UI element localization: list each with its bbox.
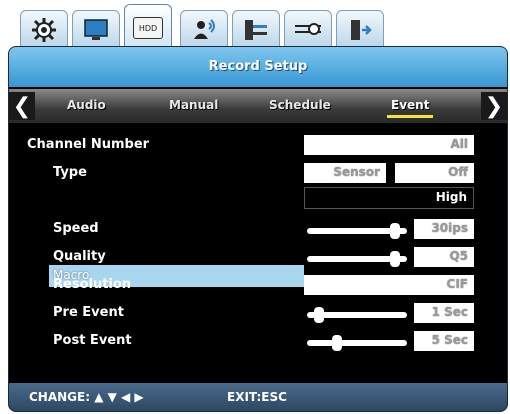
macro-value-box[interactable]: High xyxy=(304,187,474,209)
tab-settings[interactable] xyxy=(284,10,332,50)
tab-network[interactable] xyxy=(232,10,280,50)
settings-slider-icon xyxy=(295,23,321,35)
tab-event[interactable]: Event xyxy=(386,98,434,118)
tab-display[interactable] xyxy=(72,10,120,50)
speed-slider-knob[interactable] xyxy=(390,223,400,239)
page-title: Record Setup xyxy=(208,59,308,74)
tab-record[interactable]: HDD xyxy=(124,4,172,52)
gear-icon xyxy=(32,18,56,42)
top-icon-bar: HDD xyxy=(20,4,400,52)
footer-bar: CHANGE: ▲ ▼ ◀ ▶ EXIT:ESC xyxy=(9,383,507,411)
change-hint: CHANGE: ▲ ▼ ◀ ▶ xyxy=(29,390,144,404)
prev-arrow-icon[interactable]: ❮ xyxy=(9,92,35,120)
post-event-value: 5 Sec xyxy=(414,331,474,351)
post-event-slider[interactable] xyxy=(307,340,407,346)
tab-user[interactable] xyxy=(180,10,228,50)
channel-number-value[interactable]: All xyxy=(304,135,474,155)
resolution-label: Resolution xyxy=(53,277,132,292)
macro-value: High xyxy=(435,190,467,204)
exit-hint: EXIT:ESC xyxy=(227,390,287,404)
post-event-label: Post Event xyxy=(53,333,132,348)
monitor-icon xyxy=(84,19,108,40)
user-network-icon xyxy=(194,19,215,39)
channel-number-label: Channel Number xyxy=(27,137,150,152)
tab-manual[interactable]: Manual xyxy=(169,98,218,112)
tab-audio[interactable]: Audio xyxy=(67,98,106,112)
subtab-bar: ❮ Audio Manual Schedule Event ❯ xyxy=(9,89,507,123)
hdd-icon: HDD xyxy=(133,17,163,39)
tab-schedule[interactable]: Schedule xyxy=(269,98,331,112)
tab-exit[interactable] xyxy=(336,10,384,50)
resolution-value[interactable]: CIF xyxy=(304,275,474,295)
quality-value: Q5 xyxy=(414,247,474,267)
next-arrow-icon[interactable]: ❯ xyxy=(481,92,507,120)
type-label: Type xyxy=(53,165,87,180)
speed-value: 30ips xyxy=(414,219,474,239)
type-sensor-value[interactable]: Sensor xyxy=(304,163,386,183)
tab-system[interactable] xyxy=(20,10,68,50)
post-event-slider-knob[interactable] xyxy=(332,335,342,351)
pre-event-label: Pre Event xyxy=(53,305,124,320)
exit-door-icon xyxy=(351,20,372,40)
speed-label: Speed xyxy=(53,221,99,236)
title-bar: Record Setup xyxy=(9,47,507,87)
quality-slider-knob[interactable] xyxy=(390,251,400,267)
pre-event-value: 1 Sec xyxy=(414,303,474,323)
record-setup-panel: Record Setup ❮ Audio Manual Schedule Eve… xyxy=(8,46,508,412)
settings-list: Channel Number All Type Sensor Off Macro… xyxy=(9,127,507,377)
type-off-value[interactable]: Off xyxy=(395,163,474,183)
quality-label: Quality xyxy=(53,249,106,264)
pre-event-slider-knob[interactable] xyxy=(314,307,324,323)
network-icon xyxy=(245,20,267,40)
